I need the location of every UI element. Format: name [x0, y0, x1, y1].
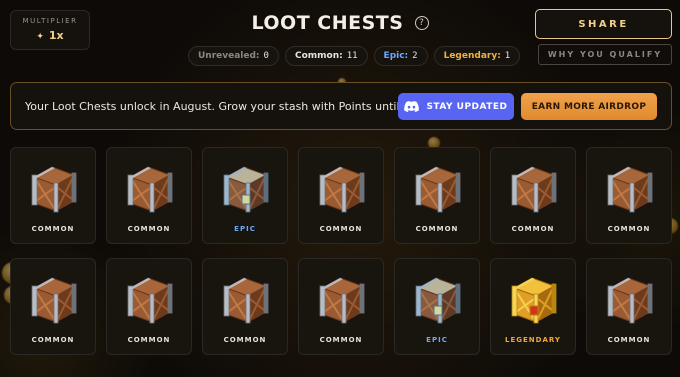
- chest-rarity-label: COMMON: [511, 225, 555, 233]
- chest-rarity-label: COMMON: [319, 336, 363, 344]
- counter-label: Epic:: [383, 51, 409, 61]
- chest-rarity-label: COMMON: [607, 225, 651, 233]
- chest-rarity-label: COMMON: [223, 336, 267, 344]
- wooden-chest-icon: [607, 277, 653, 324]
- chest-rarity-label: COMMON: [415, 225, 459, 233]
- counter-value: 0: [263, 51, 269, 61]
- chest-rarity-label: COMMON: [319, 225, 363, 233]
- wooden-chest-icon: [319, 277, 365, 324]
- epic-chest-icon: [415, 277, 461, 324]
- chest-card[interactable]: COMMON: [394, 147, 480, 244]
- unlock-banner: Your Loot Chests unlock in August. Grow …: [10, 82, 672, 130]
- chest-card[interactable]: COMMON: [106, 258, 192, 355]
- chest-rarity-label: COMMON: [127, 225, 171, 233]
- chest-card[interactable]: COMMON: [10, 147, 96, 244]
- counter-legendary: Legendary: 1: [433, 46, 521, 66]
- wooden-chest-icon: [31, 277, 77, 324]
- stay-updated-button[interactable]: STAY UPDATED: [398, 93, 514, 120]
- why-you-qualify-button[interactable]: WHY YOU QUALIFY: [538, 44, 672, 65]
- chest-card[interactable]: COMMON: [202, 258, 288, 355]
- counter-label: Common:: [294, 51, 343, 61]
- earn-more-airdrop-button[interactable]: EARN MORE AIRDROP: [521, 93, 657, 120]
- chest-rarity-label: COMMON: [607, 336, 651, 344]
- chest-card[interactable]: COMMON: [586, 147, 672, 244]
- wooden-chest-icon: [223, 277, 269, 324]
- chest-rarity-label: COMMON: [127, 336, 171, 344]
- wooden-chest-icon: [415, 166, 461, 213]
- counter-unrevealed: Unrevealed: 0: [188, 46, 279, 66]
- question-circle-icon[interactable]: ?: [414, 16, 429, 30]
- discord-icon: [404, 101, 420, 112]
- counter-value: 2: [412, 51, 418, 61]
- chest-card[interactable]: COMMON: [106, 147, 192, 244]
- chest-rarity-label: LEGENDARY: [505, 336, 561, 344]
- chest-card[interactable]: EPIC: [202, 147, 288, 244]
- counter-label: Legendary:: [443, 51, 501, 61]
- chest-grid: COMMON COMMON EPIC COMMON COMMON COMMON …: [10, 147, 672, 355]
- epic-chest-icon: [223, 166, 269, 213]
- wooden-chest-icon: [31, 166, 77, 213]
- share-button[interactable]: SHARE: [535, 9, 672, 39]
- counter-value: 1: [504, 51, 511, 61]
- banner-message: Your Loot Chests unlock in August. Grow …: [25, 100, 432, 113]
- counter-value: 11: [346, 51, 358, 61]
- chest-card[interactable]: EPIC: [394, 258, 480, 355]
- chest-rarity-label: COMMON: [31, 336, 75, 344]
- chest-rarity-label: COMMON: [31, 225, 75, 233]
- legendary-chest-icon: [511, 277, 557, 324]
- page-title: LOOT CHESTS: [251, 12, 404, 34]
- wooden-chest-icon: [319, 166, 365, 213]
- stay-updated-label: STAY UPDATED: [426, 101, 508, 112]
- chest-card[interactable]: COMMON: [298, 258, 384, 355]
- rarity-counters: Unrevealed: 0 Common: 11 Epic: 2 Legenda…: [188, 46, 521, 66]
- chest-card[interactable]: COMMON: [586, 258, 672, 355]
- counter-common: Common: 11: [284, 46, 368, 66]
- chest-rarity-label: EPIC: [426, 336, 448, 344]
- counter-label: Unrevealed:: [198, 51, 260, 61]
- wooden-chest-icon: [511, 166, 557, 213]
- chest-card[interactable]: COMMON: [490, 147, 576, 244]
- wooden-chest-icon: [127, 166, 173, 213]
- chest-card[interactable]: COMMON: [10, 258, 96, 355]
- wooden-chest-icon: [607, 166, 653, 213]
- chest-card[interactable]: LEGENDARY: [490, 258, 576, 355]
- counter-epic: Epic: 2: [373, 46, 428, 66]
- chest-rarity-label: EPIC: [234, 225, 256, 233]
- wooden-chest-icon: [127, 277, 173, 324]
- chest-card[interactable]: COMMON: [298, 147, 384, 244]
